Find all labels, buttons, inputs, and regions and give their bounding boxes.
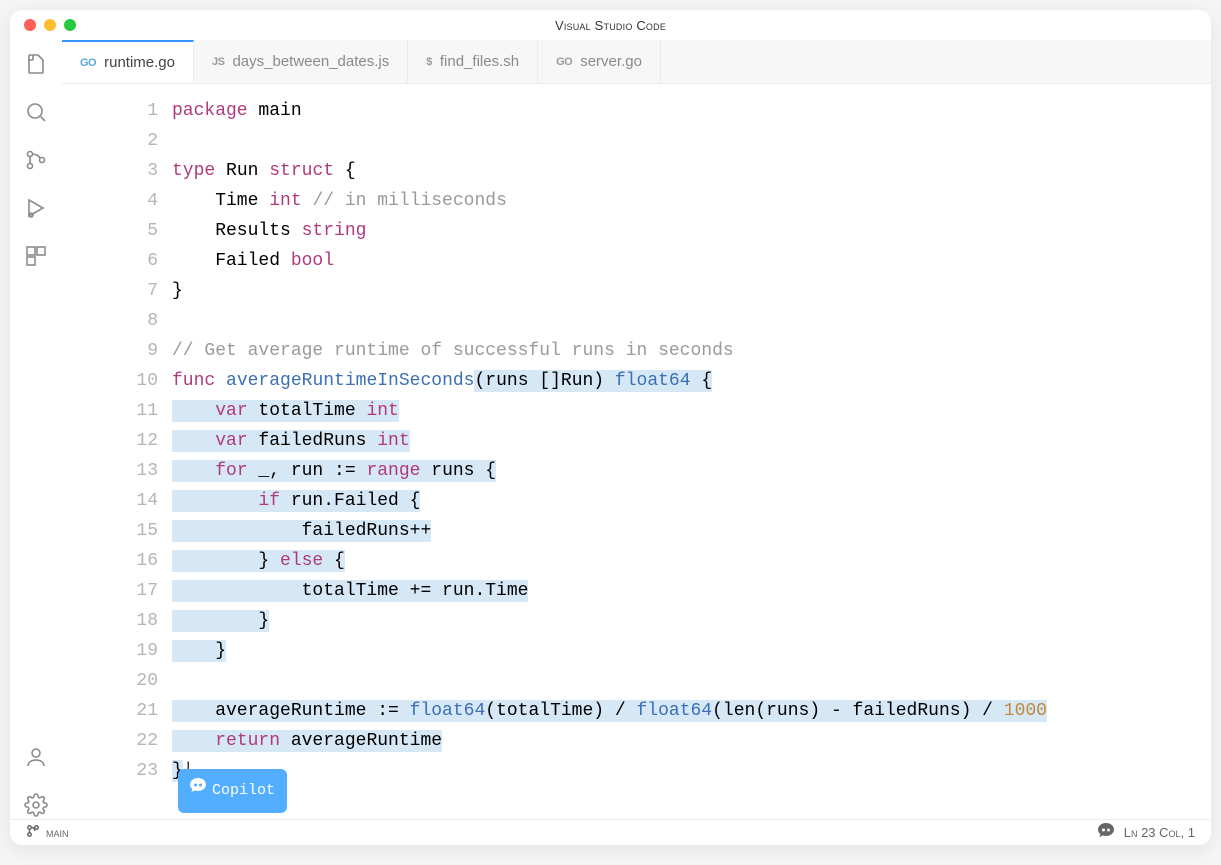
- code-line[interactable]: [172, 666, 1211, 696]
- file-type-icon: $: [426, 56, 432, 68]
- code-line[interactable]: } else {: [172, 546, 1211, 576]
- git-branch-icon[interactable]: [26, 824, 40, 841]
- line-number: 5: [62, 216, 158, 246]
- line-number: 14: [62, 486, 158, 516]
- line-number: 8: [62, 306, 158, 336]
- cursor-position[interactable]: Ln 23 Col, 1: [1124, 825, 1195, 840]
- line-number: 17: [62, 576, 158, 606]
- line-number: 20: [62, 666, 158, 696]
- code-line[interactable]: }: [172, 276, 1211, 306]
- line-number: 22: [62, 726, 158, 756]
- line-number: 23: [62, 756, 158, 786]
- settings-gear-icon[interactable]: [22, 791, 50, 819]
- activity-bar: [10, 40, 62, 819]
- file-type-icon: GO: [556, 56, 572, 68]
- line-number: 2: [62, 126, 158, 156]
- tab-runtime-go[interactable]: GO runtime.go: [62, 40, 194, 83]
- source-control-icon[interactable]: [22, 146, 50, 174]
- code-editor[interactable]: 1234567891011121314151617181920212223 pa…: [62, 84, 1211, 819]
- code-line[interactable]: [172, 126, 1211, 156]
- tab-label: server.go: [580, 53, 642, 70]
- line-number: 13: [62, 456, 158, 486]
- copilot-icon: [190, 776, 206, 806]
- tab-label: find_files.sh: [440, 53, 519, 70]
- run-debug-icon[interactable]: [22, 194, 50, 222]
- window-title: Visual Studio Code: [555, 18, 666, 33]
- code-line[interactable]: Failed bool: [172, 246, 1211, 276]
- code-line[interactable]: // Get average runtime of successful run…: [172, 336, 1211, 366]
- account-icon[interactable]: [22, 743, 50, 771]
- code-line[interactable]: type Run struct {: [172, 156, 1211, 186]
- code-line[interactable]: }|: [172, 756, 1211, 786]
- line-number: 12: [62, 426, 158, 456]
- line-number: 21: [62, 696, 158, 726]
- code-line[interactable]: failedRuns++: [172, 516, 1211, 546]
- explorer-icon[interactable]: [22, 50, 50, 78]
- code-line[interactable]: var failedRuns int: [172, 426, 1211, 456]
- close-icon[interactable]: [24, 19, 36, 31]
- copilot-button[interactable]: Copilot: [178, 769, 287, 813]
- code-line[interactable]: averageRuntime := float64(totalTime) / f…: [172, 696, 1211, 726]
- line-number: 10: [62, 366, 158, 396]
- extensions-icon[interactable]: [22, 242, 50, 270]
- line-number: 16: [62, 546, 158, 576]
- status-bar: main Ln 23 Col, 1: [10, 819, 1211, 845]
- line-number: 18: [62, 606, 158, 636]
- tab-server-go[interactable]: GO server.go: [538, 40, 661, 83]
- line-number: 9: [62, 336, 158, 366]
- copilot-status-icon[interactable]: [1098, 823, 1114, 842]
- line-number: 19: [62, 636, 158, 666]
- line-number: 7: [62, 276, 158, 306]
- tab-label: runtime.go: [104, 54, 175, 71]
- code-line[interactable]: }: [172, 636, 1211, 666]
- maximize-icon[interactable]: [64, 19, 76, 31]
- tab-find_files-sh[interactable]: $ find_files.sh: [408, 40, 538, 83]
- code-line[interactable]: for _, run := range runs {: [172, 456, 1211, 486]
- titlebar: Visual Studio Code: [10, 10, 1211, 40]
- tab-days_between_dates-js[interactable]: JS days_between_dates.js: [194, 40, 408, 83]
- tab-label: days_between_dates.js: [232, 53, 389, 70]
- line-number: 15: [62, 516, 158, 546]
- code-line[interactable]: func averageRuntimeInSeconds(runs []Run)…: [172, 366, 1211, 396]
- line-number: 3: [62, 156, 158, 186]
- code-line[interactable]: }: [172, 606, 1211, 636]
- copilot-label: Copilot: [212, 776, 275, 806]
- minimize-icon[interactable]: [44, 19, 56, 31]
- code-line[interactable]: package main: [172, 96, 1211, 126]
- line-number: 1: [62, 96, 158, 126]
- line-number: 11: [62, 396, 158, 426]
- code-line[interactable]: Results string: [172, 216, 1211, 246]
- file-type-icon: GO: [80, 57, 96, 69]
- code-line[interactable]: totalTime += run.Time: [172, 576, 1211, 606]
- code-line[interactable]: [172, 306, 1211, 336]
- code-content[interactable]: package main type Run struct { Time int /…: [172, 96, 1211, 819]
- file-type-icon: JS: [212, 56, 224, 68]
- code-line[interactable]: if run.Failed {: [172, 486, 1211, 516]
- line-number-gutter: 1234567891011121314151617181920212223: [62, 96, 172, 819]
- line-number: 6: [62, 246, 158, 276]
- line-number: 4: [62, 186, 158, 216]
- code-line[interactable]: return averageRuntime: [172, 726, 1211, 756]
- git-branch-name[interactable]: main: [46, 825, 69, 840]
- search-icon[interactable]: [22, 98, 50, 126]
- app-window: Visual Studio Code: [10, 10, 1211, 845]
- code-line[interactable]: var totalTime int: [172, 396, 1211, 426]
- tab-bar: GO runtime.go JS days_between_dates.js $ find…: [62, 40, 1211, 84]
- window-controls: [24, 19, 76, 31]
- code-line[interactable]: Time int // in milliseconds: [172, 186, 1211, 216]
